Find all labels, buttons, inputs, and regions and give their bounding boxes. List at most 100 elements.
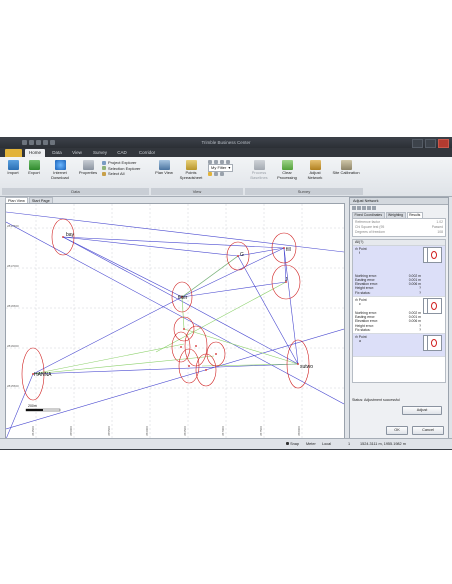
zoom-in-icon[interactable] xyxy=(208,160,212,164)
collapse-icon[interactable]: ⊖ xyxy=(355,298,358,302)
properties-icon xyxy=(82,160,94,170)
x-tick-label: 355000 xyxy=(69,426,73,436)
layer-toolbar-row xyxy=(208,171,233,176)
units-indicator[interactable]: Meter xyxy=(306,439,316,449)
tab-fixed-coordinates[interactable]: Fixed Coordinates xyxy=(352,212,385,218)
network-plot[interactable]: bay G fill J filter HANNA sutwo 2817500 … xyxy=(6,204,344,439)
site-calibration-button[interactable]: Site Calibration xyxy=(332,160,360,176)
zoom-extents-icon[interactable] xyxy=(226,160,230,164)
tab-cad[interactable]: CAD xyxy=(113,149,131,157)
import-button[interactable]: Import xyxy=(5,160,21,176)
cancel-button[interactable]: Cancel xyxy=(412,426,444,435)
tab-home[interactable]: Home xyxy=(25,149,45,157)
results-list[interactable]: All(?) ⊖ Point f Northing error: 0.002 m … xyxy=(352,239,446,383)
panel-title: Adjust Network xyxy=(350,198,448,205)
layer-icon[interactable] xyxy=(208,171,212,176)
tab-corridor[interactable]: Corridor xyxy=(134,149,160,157)
ok-button[interactable]: OK xyxy=(386,426,408,435)
ribbon-tabs: Home Data View Survey CAD Corridor xyxy=(0,148,452,157)
group-label-data: Data xyxy=(2,188,149,195)
sort-icon[interactable] xyxy=(357,206,361,210)
scale-bar-label: 200m xyxy=(28,404,37,408)
app-window: Trimble Business Center Home Data View S… xyxy=(0,137,452,450)
scale-bar: 200m xyxy=(25,404,61,412)
select-all-item[interactable]: Select All xyxy=(102,171,140,177)
render-icon[interactable] xyxy=(214,171,218,176)
refresh-icon[interactable] xyxy=(352,206,356,210)
expand-icon[interactable] xyxy=(367,206,371,210)
selection-icon xyxy=(102,166,106,171)
process-baselines-icon xyxy=(253,160,265,170)
coordinate-system-indicator[interactable]: Local xyxy=(322,439,331,449)
folder-icon xyxy=(102,160,106,165)
collapse-icon[interactable]: ⊖ xyxy=(355,247,358,251)
point-label-g[interactable]: G xyxy=(240,252,244,258)
zoom-out-icon[interactable] xyxy=(214,160,218,164)
explorer-items: Project Explorer Selection Explorer Sele… xyxy=(102,160,140,177)
ribbon: Import Export Internet Download Properti… xyxy=(0,157,452,197)
y-tick-label: 2816000 xyxy=(7,344,19,348)
export-button[interactable]: Export xyxy=(25,160,43,176)
site-calibration-icon xyxy=(340,160,352,170)
main-area: Plan View Start Page bay G fill J filter… xyxy=(0,197,452,440)
properties-button[interactable]: Properties xyxy=(76,160,100,176)
snap-toggle[interactable]: Snap xyxy=(286,439,299,449)
import-icon xyxy=(7,160,19,170)
tab-survey[interactable]: Survey xyxy=(89,149,111,157)
ellipse-thumbnail xyxy=(423,298,442,315)
settings-icon[interactable] xyxy=(220,171,224,176)
tab-data[interactable]: Data xyxy=(48,149,66,157)
internet-download-button[interactable]: Internet Download xyxy=(47,160,73,180)
point-label-hanna[interactable]: HANNA xyxy=(34,372,52,378)
view-tools: My Filter ▾ xyxy=(208,160,234,176)
list-item[interactable]: ⊖ Point a xyxy=(353,334,445,358)
adjust-network-icon xyxy=(309,160,321,170)
snap-icon xyxy=(286,442,289,445)
x-tick-label: 356000 xyxy=(145,426,149,436)
globe-icon xyxy=(54,160,66,170)
property-row: Degrees of freedom 108 xyxy=(355,230,443,234)
plan-view-canvas[interactable]: bay G fill J filter HANNA sutwo 2817500 … xyxy=(5,203,345,440)
filter-select[interactable]: My Filter ▾ xyxy=(208,164,234,172)
minimize-button[interactable] xyxy=(412,139,423,148)
window-controls xyxy=(412,139,449,148)
x-tick-label: 355500 xyxy=(107,426,111,436)
list-item[interactable]: ⊖ Point c Northing error: 0.002 m Easting… xyxy=(353,297,445,335)
adjust-network-button[interactable]: Adjust Network xyxy=(302,160,328,180)
x-tick-label: 354500 xyxy=(31,426,35,436)
close-button[interactable] xyxy=(438,139,449,148)
spreadsheet-icon xyxy=(185,160,197,170)
process-baselines-button[interactable]: Process Baselines xyxy=(246,160,272,180)
tab-view[interactable]: View xyxy=(68,149,86,157)
tab-weighting[interactable]: Weighting xyxy=(385,212,406,218)
pan-icon[interactable] xyxy=(220,160,224,164)
y-tick-label: 2815500 xyxy=(7,384,19,388)
adjust-button[interactable]: Adjust xyxy=(402,406,442,415)
adjustment-status: Status: Adjustment successful xyxy=(352,398,400,402)
point-label-filter[interactable]: filter xyxy=(178,295,188,301)
title-bar: Trimble Business Center xyxy=(0,138,452,148)
maximize-button[interactable] xyxy=(425,139,436,148)
list-item[interactable]: ⊖ Point f Northing error: 0.002 m Easting… xyxy=(353,246,445,298)
point-label-fill[interactable]: fill xyxy=(286,247,291,253)
chevron-down-icon: ▾ xyxy=(228,165,231,170)
report-icon[interactable] xyxy=(372,206,376,210)
clear-processing-icon xyxy=(281,160,293,170)
point-label-bay[interactable]: bay xyxy=(66,232,75,238)
y-tick-label: 2817000 xyxy=(7,264,19,268)
points-spreadsheet-button[interactable]: Points Spreadsheet xyxy=(177,160,205,180)
filter-icon[interactable] xyxy=(362,206,366,210)
y-tick-label: 2817500 xyxy=(7,224,19,228)
plan-view-button[interactable]: Plan View xyxy=(154,160,174,176)
ellipse-thumbnail xyxy=(423,335,442,352)
clear-processing-button[interactable]: Clear Processing xyxy=(274,160,300,180)
x-tick-label: 356500 xyxy=(183,426,187,436)
tab-results[interactable]: Results xyxy=(406,212,423,218)
collapse-icon[interactable]: ⊖ xyxy=(355,335,358,339)
point-label-sutwo[interactable]: sutwo xyxy=(300,364,313,370)
file-menu-button[interactable] xyxy=(5,149,22,157)
export-icon xyxy=(28,160,40,170)
select-all-icon xyxy=(102,171,106,176)
y-tick-label: 2816500 xyxy=(7,304,19,308)
x-tick-label: 357000 xyxy=(221,426,225,436)
